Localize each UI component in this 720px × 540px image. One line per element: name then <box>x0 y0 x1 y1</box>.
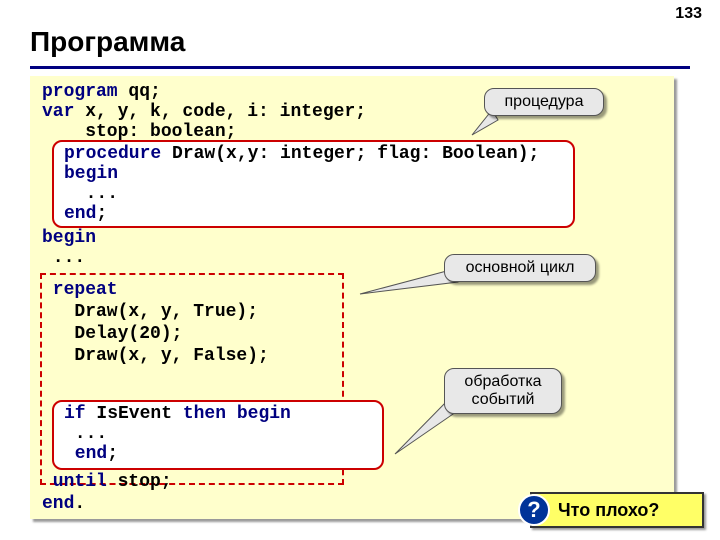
callout-main-loop: основной цикл <box>444 254 596 282</box>
code-l1: program qq; <box>42 82 161 102</box>
evt-l1: if IsEvent then begin <box>64 404 291 424</box>
proc-l4: end; <box>64 204 107 224</box>
proc-l2: begin <box>64 164 118 184</box>
question-badge: ? Что плохо? <box>530 492 704 528</box>
proc-l3: ... <box>64 184 118 204</box>
code-l4: begin <box>42 228 96 248</box>
proc-l1: procedure Draw(x,y: integer; flag: Boole… <box>64 144 539 164</box>
callout-procedure: процедура <box>484 88 604 116</box>
code-l5: ... <box>42 248 85 268</box>
code-l7: Draw(x, y, True); <box>42 302 258 322</box>
callout-events: обработка событий <box>444 368 562 414</box>
question-mark-icon: ? <box>518 494 550 526</box>
code-l3: stop: boolean; <box>42 122 236 142</box>
code-l2: var x, y, k, code, i: integer; <box>42 102 366 122</box>
code-l9: Draw(x, y, False); <box>42 346 269 366</box>
evt-l2: ... <box>64 424 107 444</box>
page-title: Программа <box>30 26 185 58</box>
code-l11: end. <box>42 494 85 514</box>
code-l6: repeat <box>42 280 118 300</box>
title-underline <box>30 66 690 69</box>
page-number: 133 <box>675 5 702 23</box>
code-l8: Delay(20); <box>42 324 182 344</box>
code-l10: until stop; <box>42 472 172 492</box>
evt-l3: end; <box>64 444 118 464</box>
question-text: Что плохо? <box>558 500 659 521</box>
